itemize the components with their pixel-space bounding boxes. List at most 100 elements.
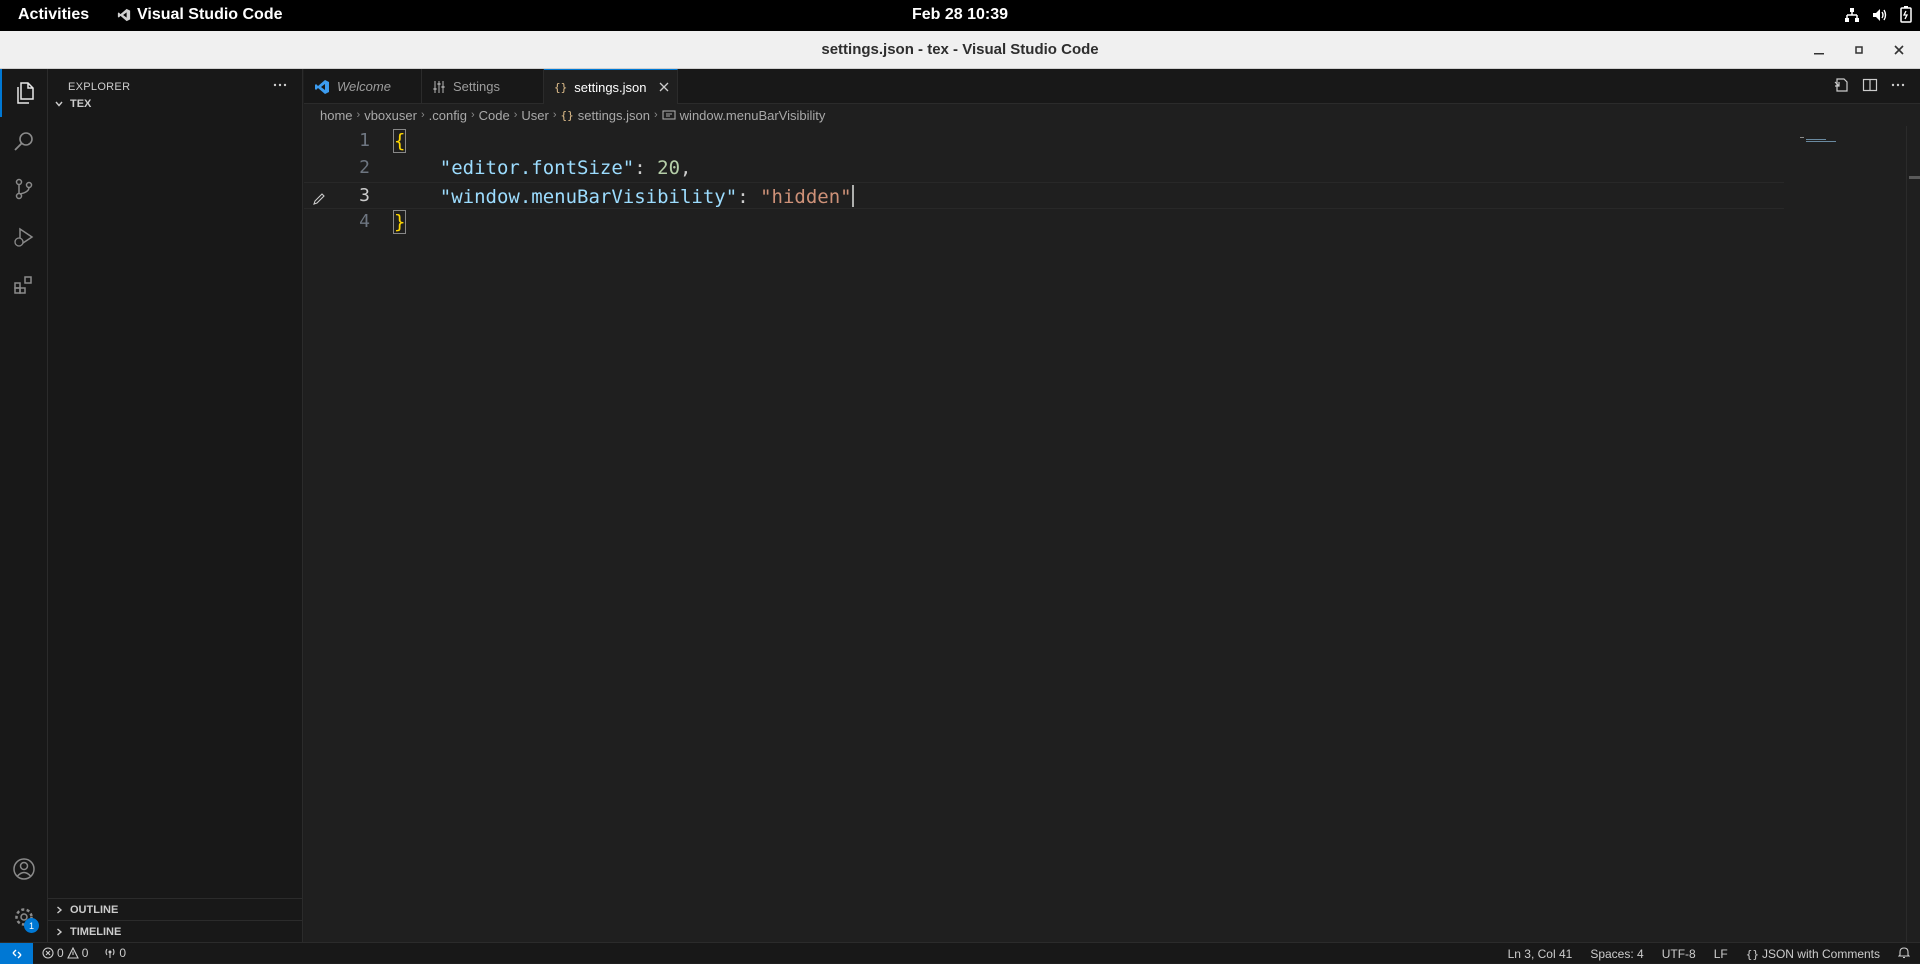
- problems-indicator[interactable]: 0 0: [42, 946, 88, 960]
- search-button[interactable]: [0, 117, 48, 165]
- bell-icon: [1897, 947, 1911, 959]
- app-name: Visual Studio Code: [137, 6, 283, 23]
- code-line: 1 {: [304, 128, 1784, 155]
- more-actions-button[interactable]: [1890, 77, 1906, 98]
- chevron-right-icon: [57, 928, 63, 936]
- chevron-right-icon: ›: [470, 109, 475, 121]
- breadcrumb-item[interactable]: vboxuser: [364, 108, 417, 123]
- line-number: 2: [359, 157, 370, 178]
- open-settings-ui-button[interactable]: [1834, 77, 1850, 98]
- system-top-bar: Activities Visual Studio Code Feb 28 10:…: [0, 0, 1920, 31]
- breadcrumb-item[interactable]: Code: [479, 108, 510, 123]
- window-title-bar[interactable]: settings.json - tex - Visual Studio Code: [0, 31, 1920, 69]
- maximize-icon: [1855, 46, 1863, 54]
- close-icon: [659, 82, 669, 92]
- vertical-scrollbar[interactable]: [1906, 126, 1920, 942]
- warning-icon: [66, 947, 79, 959]
- vscode-icon: [117, 8, 131, 22]
- remote-indicator[interactable]: [0, 943, 33, 964]
- json-file-icon: {}: [560, 108, 574, 122]
- folder-section-tex[interactable]: TEX: [48, 93, 303, 115]
- battery-icon[interactable]: [1900, 6, 1912, 23]
- vscode-icon: [315, 79, 329, 94]
- window-title: settings.json - tex - Visual Studio Code: [821, 41, 1099, 58]
- ports-indicator[interactable]: 0: [104, 946, 126, 960]
- system-tray[interactable]: [1844, 6, 1912, 23]
- json-value: 20: [657, 157, 681, 179]
- maximize-button[interactable]: [1848, 39, 1870, 61]
- breadcrumb-item[interactable]: User: [521, 108, 548, 123]
- language-mode[interactable]: {} JSON with Comments: [1746, 947, 1880, 961]
- scrollbar-cursor-marker: [1909, 176, 1920, 179]
- encoding[interactable]: UTF-8: [1662, 947, 1696, 961]
- breadcrumb-item[interactable]: window.menuBarVisibility: [680, 108, 826, 123]
- code-line: 2 "editor.fontSize": 20,: [304, 155, 1784, 182]
- tab-welcome[interactable]: Welcome: [304, 69, 422, 104]
- app-menu[interactable]: Visual Studio Code: [117, 6, 283, 24]
- open-preview-icon: [1834, 78, 1848, 92]
- source-control-icon: [15, 178, 33, 200]
- explorer-button[interactable]: [0, 69, 48, 117]
- activities-button[interactable]: Activities: [18, 6, 89, 24]
- network-icon[interactable]: [1844, 7, 1860, 23]
- code-editor[interactable]: 1 { 2 "editor.fontSize": 20, 3 "window.m…: [304, 126, 1920, 942]
- outline-section[interactable]: OUTLINE: [48, 899, 303, 921]
- manage-button[interactable]: 1: [0, 893, 48, 941]
- chevron-right-icon: ›: [420, 109, 425, 121]
- cursor-position[interactable]: Ln 3, Col 41: [1508, 947, 1573, 961]
- tab-label: settings.json: [574, 79, 647, 95]
- end-of-line[interactable]: LF: [1714, 947, 1728, 961]
- tab-label: Settings: [453, 79, 500, 94]
- timeline-label: TIMELINE: [70, 926, 122, 938]
- code-line-current: 3 "window.menuBarVisibility": "hidden": [304, 182, 1784, 209]
- tab-close-button[interactable]: [659, 79, 669, 95]
- breadcrumb-item[interactable]: .config: [429, 108, 467, 123]
- files-icon: [17, 82, 34, 104]
- split-editor-button[interactable]: [1862, 77, 1878, 98]
- tab-label: Welcome: [337, 79, 391, 94]
- clock[interactable]: Feb 28 10:39: [912, 6, 1008, 23]
- split-editor-icon: [1862, 78, 1878, 92]
- extensions-icon: [14, 276, 32, 294]
- close-icon: [1894, 45, 1904, 55]
- source-control-button[interactable]: [0, 165, 48, 213]
- line-number: 4: [359, 211, 370, 232]
- indentation[interactable]: Spaces: 4: [1590, 947, 1643, 961]
- language-label: JSON with Comments: [1761, 947, 1880, 961]
- chevron-right-icon: [57, 906, 63, 914]
- tab-settings-json[interactable]: {} settings.json: [544, 69, 678, 104]
- search-icon: [14, 132, 33, 151]
- run-debug-button[interactable]: [0, 213, 48, 261]
- activity-bar: 1: [0, 69, 48, 942]
- breadcrumb: home › vboxuser › .config › Code › User …: [304, 104, 1920, 126]
- breadcrumb-item[interactable]: settings.json: [578, 108, 650, 123]
- settings-sliders-icon: [433, 80, 445, 93]
- json-colon: :: [634, 157, 658, 179]
- line-number: 3: [359, 185, 370, 206]
- close-window-button[interactable]: [1888, 39, 1910, 61]
- broadcast-icon: [105, 948, 115, 958]
- folder-name: TEX: [70, 98, 92, 110]
- ellipsis-icon: [1891, 83, 1905, 87]
- tab-settings[interactable]: Settings: [422, 69, 544, 104]
- minimap[interactable]: [1800, 126, 1848, 142]
- minimize-button[interactable]: [1808, 39, 1830, 61]
- explorer-sidebar: EXPLORER TEX OUTLINE TIMELINE: [48, 69, 303, 942]
- chevron-right-icon: ›: [552, 109, 557, 121]
- volume-icon[interactable]: [1872, 7, 1888, 23]
- error-count: 0: [57, 946, 64, 960]
- minimize-icon: [1814, 53, 1824, 55]
- accounts-button[interactable]: [0, 845, 48, 893]
- notification-badge: 1: [24, 918, 39, 933]
- status-bar: 0 0 0 Ln 3, Col 41 Spaces: 4 UTF-8 LF {}…: [0, 942, 1920, 964]
- extensions-button[interactable]: [0, 261, 48, 309]
- chevron-right-icon: ›: [654, 109, 658, 121]
- timeline-section[interactable]: TIMELINE: [48, 921, 303, 943]
- chevron-right-icon: ›: [513, 109, 518, 121]
- notifications-button[interactable]: [1897, 946, 1911, 962]
- ellipsis-icon: [273, 83, 287, 87]
- chevron-down-icon: [55, 101, 63, 107]
- outline-label: OUTLINE: [70, 904, 119, 916]
- breadcrumb-item[interactable]: home: [320, 108, 353, 123]
- json-key: "window.menuBarVisibility": [439, 186, 738, 208]
